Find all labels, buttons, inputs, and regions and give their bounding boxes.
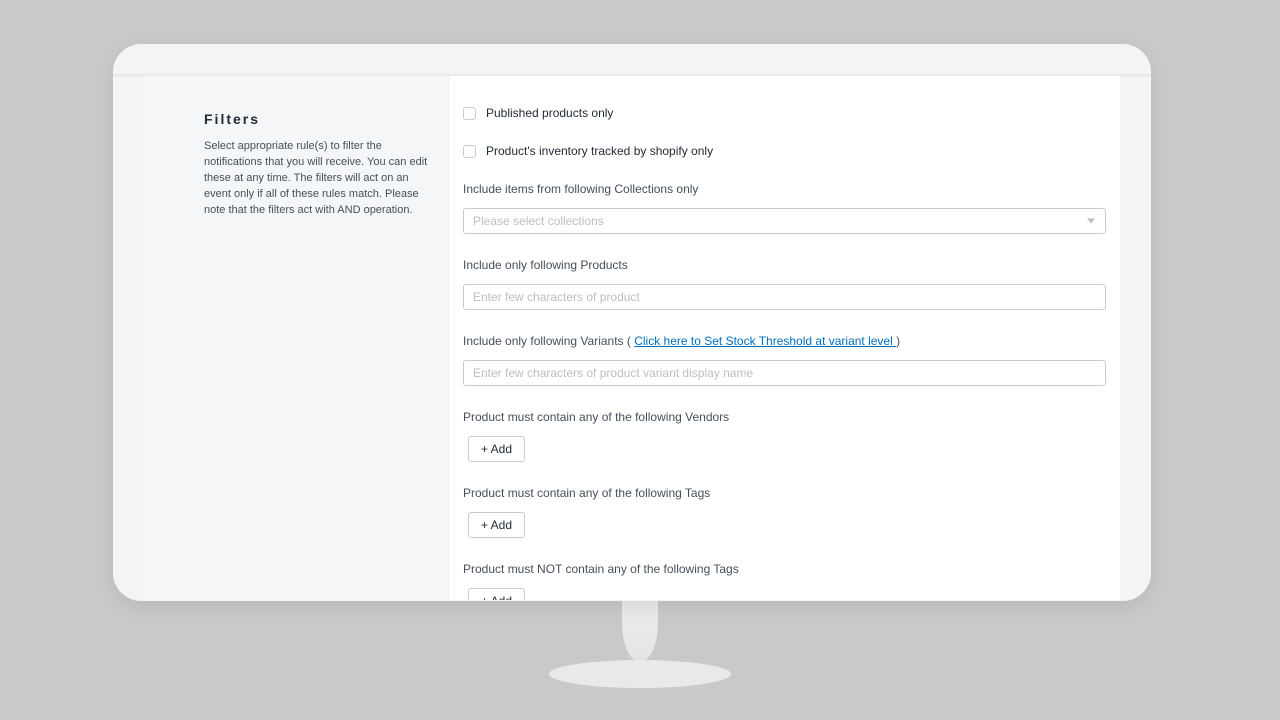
checkbox-row-published: Published products only [463,106,1106,120]
field-collections: Include items from following Collections… [463,182,1106,234]
label-tags-include: Product must contain any of the followin… [463,486,1106,500]
link-variant-threshold[interactable]: Click here to Set Stock Threshold at var… [634,334,896,348]
input-products[interactable]: Enter few characters of product [463,284,1106,310]
sidebar-description: Select appropriate rule(s) to filter the… [204,139,429,219]
chevron-down-icon [1087,219,1095,224]
label-variants-pre: Include only following Variants ( [463,334,634,348]
input-products-placeholder: Enter few characters of product [473,290,640,304]
field-variants: Include only following Variants ( Click … [463,334,1106,386]
filters-panel: Published products only Product's invent… [449,76,1120,600]
select-collections-placeholder: Please select collections [473,214,604,228]
monitor-frame: Filters Select appropriate rule(s) to fi… [113,44,1151,601]
label-collections: Include items from following Collections… [463,182,1106,196]
checkbox-inventory-label: Product's inventory tracked by shopify o… [486,144,713,158]
select-collections[interactable]: Please select collections [463,208,1106,234]
checkbox-published[interactable] [463,107,476,120]
checkbox-row-inventory: Product's inventory tracked by shopify o… [463,144,1106,158]
checkbox-published-label: Published products only [486,106,613,120]
add-tag-exclude-button[interactable]: + Add [468,588,525,600]
field-products: Include only following Products Enter fe… [463,258,1106,310]
field-tags-exclude: Product must NOT contain any of the foll… [463,562,1106,600]
add-tag-include-button[interactable]: + Add [468,512,525,538]
checkbox-inventory-tracked[interactable] [463,145,476,158]
monitor-stand-neck [622,594,658,662]
field-vendors: Product must contain any of the followin… [463,410,1106,462]
monitor-stand-base [549,660,731,688]
app-window: Filters Select appropriate rule(s) to fi… [144,76,1120,600]
label-products: Include only following Products [463,258,1106,272]
sidebar-title: Filters [204,111,429,127]
sidebar: Filters Select appropriate rule(s) to fi… [144,76,449,600]
label-tags-exclude: Product must NOT contain any of the foll… [463,562,1106,576]
label-variants: Include only following Variants ( Click … [463,334,1106,348]
label-variants-post: ) [896,334,900,348]
input-variants[interactable]: Enter few characters of product variant … [463,360,1106,386]
add-vendor-button[interactable]: + Add [468,436,525,462]
input-variants-placeholder: Enter few characters of product variant … [473,366,753,380]
field-tags-include: Product must contain any of the followin… [463,486,1106,538]
label-vendors: Product must contain any of the followin… [463,410,1106,424]
